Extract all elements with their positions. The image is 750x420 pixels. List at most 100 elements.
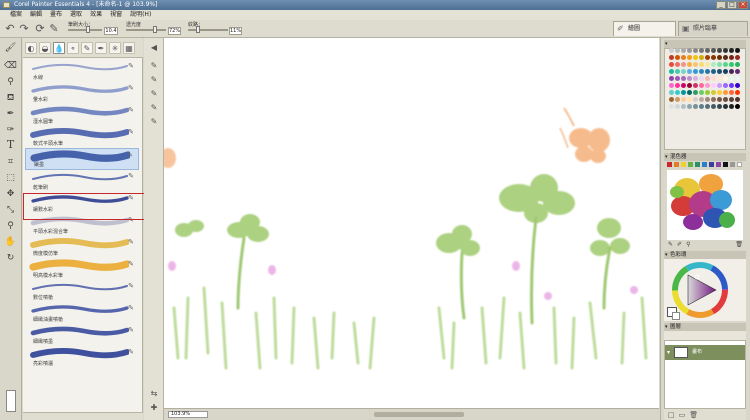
color-swatch[interactable] — [681, 104, 686, 109]
drawing-canvas[interactable] — [164, 38, 659, 408]
color-swatch[interactable] — [717, 55, 722, 60]
delete-layer-icon[interactable]: 🗑 — [689, 409, 698, 420]
category-acrylic-icon[interactable]: ◐ — [25, 42, 37, 54]
color-swatch[interactable] — [675, 90, 680, 95]
color-swatch[interactable] — [729, 48, 734, 53]
color-swatch[interactable] — [669, 104, 674, 109]
eyedropper-icon[interactable]: ✒ — [4, 108, 17, 121]
color-swatch[interactable] — [717, 104, 722, 109]
brush-variant-item[interactable]: ✎ 鑲墨 — [25, 148, 139, 170]
mixer-swatch-blue[interactable] — [702, 162, 707, 167]
color-swatch[interactable] — [723, 69, 728, 74]
brush-variant-item[interactable]: ✎ 細緻油畫噴槍 — [25, 302, 139, 324]
color-swatch[interactable] — [669, 62, 674, 67]
mixer-swatch-indigo[interactable] — [709, 162, 714, 167]
color-swatch[interactable] — [693, 48, 698, 53]
mixer-swatch-red[interactable] — [667, 162, 672, 167]
category-pencil-icon[interactable]: ✎ — [81, 42, 93, 54]
color-swatch[interactable] — [717, 76, 722, 81]
color-swatch[interactable] — [693, 97, 698, 102]
minimize-button[interactable]: _ — [716, 1, 726, 9]
rotate-page-tool-icon[interactable]: ↻ — [4, 252, 17, 265]
color-swatch[interactable] — [681, 76, 686, 81]
category-pen-icon[interactable]: ✒ — [95, 42, 107, 54]
color-swatch[interactable] — [729, 69, 734, 74]
opacity-field[interactable]: 72% — [168, 27, 181, 35]
recent-brush-4-icon[interactable]: ✎ — [148, 102, 160, 114]
menu-select[interactable]: 選取 — [70, 10, 82, 20]
mixer-swatch-teal[interactable] — [695, 162, 700, 167]
recent-brush-3-icon[interactable]: ✎ — [148, 88, 160, 100]
menu-window[interactable]: 視窗 — [110, 10, 122, 20]
mixer-panel-title[interactable]: 混色器 — [664, 153, 746, 161]
color-swatch[interactable] — [723, 104, 728, 109]
close-button[interactable]: × — [738, 1, 748, 9]
color-swatch[interactable] — [699, 55, 704, 60]
color-swatch[interactable] — [735, 104, 740, 109]
category-blender-icon[interactable]: ⚬ — [67, 42, 79, 54]
color-swatch[interactable] — [675, 69, 680, 74]
color-swatch[interactable] — [681, 55, 686, 60]
mixer-clear-icon[interactable]: 🗑 — [735, 241, 746, 249]
color-swatch[interactable] — [687, 97, 692, 102]
color-swatch[interactable] — [723, 62, 728, 67]
color-swatch[interactable] — [681, 69, 686, 74]
color-swatch[interactable] — [681, 62, 686, 67]
color-swatch[interactable] — [705, 69, 710, 74]
color-swatch[interactable] — [693, 104, 698, 109]
color-swatch[interactable] — [735, 69, 740, 74]
brush-variant-item[interactable]: ✎ 暈水彩 — [25, 82, 139, 104]
color-swatch[interactable] — [705, 76, 710, 81]
color-swatch[interactable] — [687, 90, 692, 95]
category-sparkle-icon[interactable]: ✳ — [109, 42, 121, 54]
color-swatch[interactable] — [699, 76, 704, 81]
color-swatch[interactable] — [711, 55, 716, 60]
color-swatch[interactable] — [711, 83, 716, 88]
move-tool-icon[interactable]: ✥ — [4, 188, 17, 201]
zoom-field[interactable]: 103.9% — [168, 411, 208, 418]
color-swatch[interactable] — [693, 69, 698, 74]
color-swatch[interactable] — [711, 104, 716, 109]
category-airbrush-icon[interactable]: ◒ — [39, 42, 51, 54]
color-swatch[interactable] — [687, 48, 692, 53]
color-swatch[interactable] — [723, 76, 728, 81]
brush-variant-item[interactable]: ✎ 細緻噴墨 — [25, 324, 139, 346]
recent-brush-1-icon[interactable]: ✎ — [148, 60, 160, 72]
mixer-dirty-brush-icon[interactable]: ✎ — [668, 241, 673, 249]
color-swatch[interactable] — [687, 83, 692, 88]
color-swatch[interactable] — [675, 62, 680, 67]
color-swatch[interactable] — [699, 83, 704, 88]
brush-history-icon[interactable]: ⇆ — [148, 388, 160, 400]
category-stamp-icon[interactable]: ▦ — [123, 42, 135, 54]
color-swatch[interactable] — [735, 97, 740, 102]
eraser-tool-icon[interactable]: ⌫ — [4, 60, 17, 73]
maximize-button[interactable]: □ — [727, 1, 737, 9]
mixer-swatch-orange[interactable] — [674, 162, 679, 167]
magnifier-icon[interactable]: ⚲ — [4, 220, 17, 233]
color-swatch[interactable] — [711, 76, 716, 81]
color-swatch[interactable] — [705, 55, 710, 60]
color-swatch[interactable] — [723, 55, 728, 60]
brush-size-slider[interactable] — [68, 29, 102, 31]
color-swatch[interactable] — [729, 83, 734, 88]
menu-effects[interactable]: 效果 — [90, 10, 102, 20]
color-swatch[interactable] — [711, 97, 716, 102]
grabber-hand-icon[interactable]: ✋ — [4, 236, 17, 249]
color-swatch[interactable] — [699, 90, 704, 95]
cloner-tool-icon[interactable]: ✑ — [4, 124, 17, 137]
grain-thumb[interactable] — [196, 26, 200, 33]
opacity-slider[interactable] — [126, 29, 166, 31]
paint-bucket-icon[interactable]: ⛾ — [4, 92, 17, 105]
brush-variant-item[interactable]: ✎ 溼水圓筆 — [25, 104, 139, 126]
mixer-swatch-black[interactable] — [723, 162, 728, 167]
color-swatch[interactable] — [717, 97, 722, 102]
color-swatch[interactable] — [711, 90, 716, 95]
brush-size-field[interactable]: 10.4 — [104, 27, 118, 35]
color-swatch[interactable] — [693, 83, 698, 88]
color-swatch[interactable] — [711, 48, 716, 53]
color-swatch[interactable] — [735, 48, 740, 53]
color-set-panel-title[interactable] — [664, 40, 746, 48]
layer-visibility-icon[interactable]: ▾ — [667, 345, 670, 360]
color-swatch[interactable] — [699, 104, 704, 109]
color-swatch[interactable] — [675, 83, 680, 88]
